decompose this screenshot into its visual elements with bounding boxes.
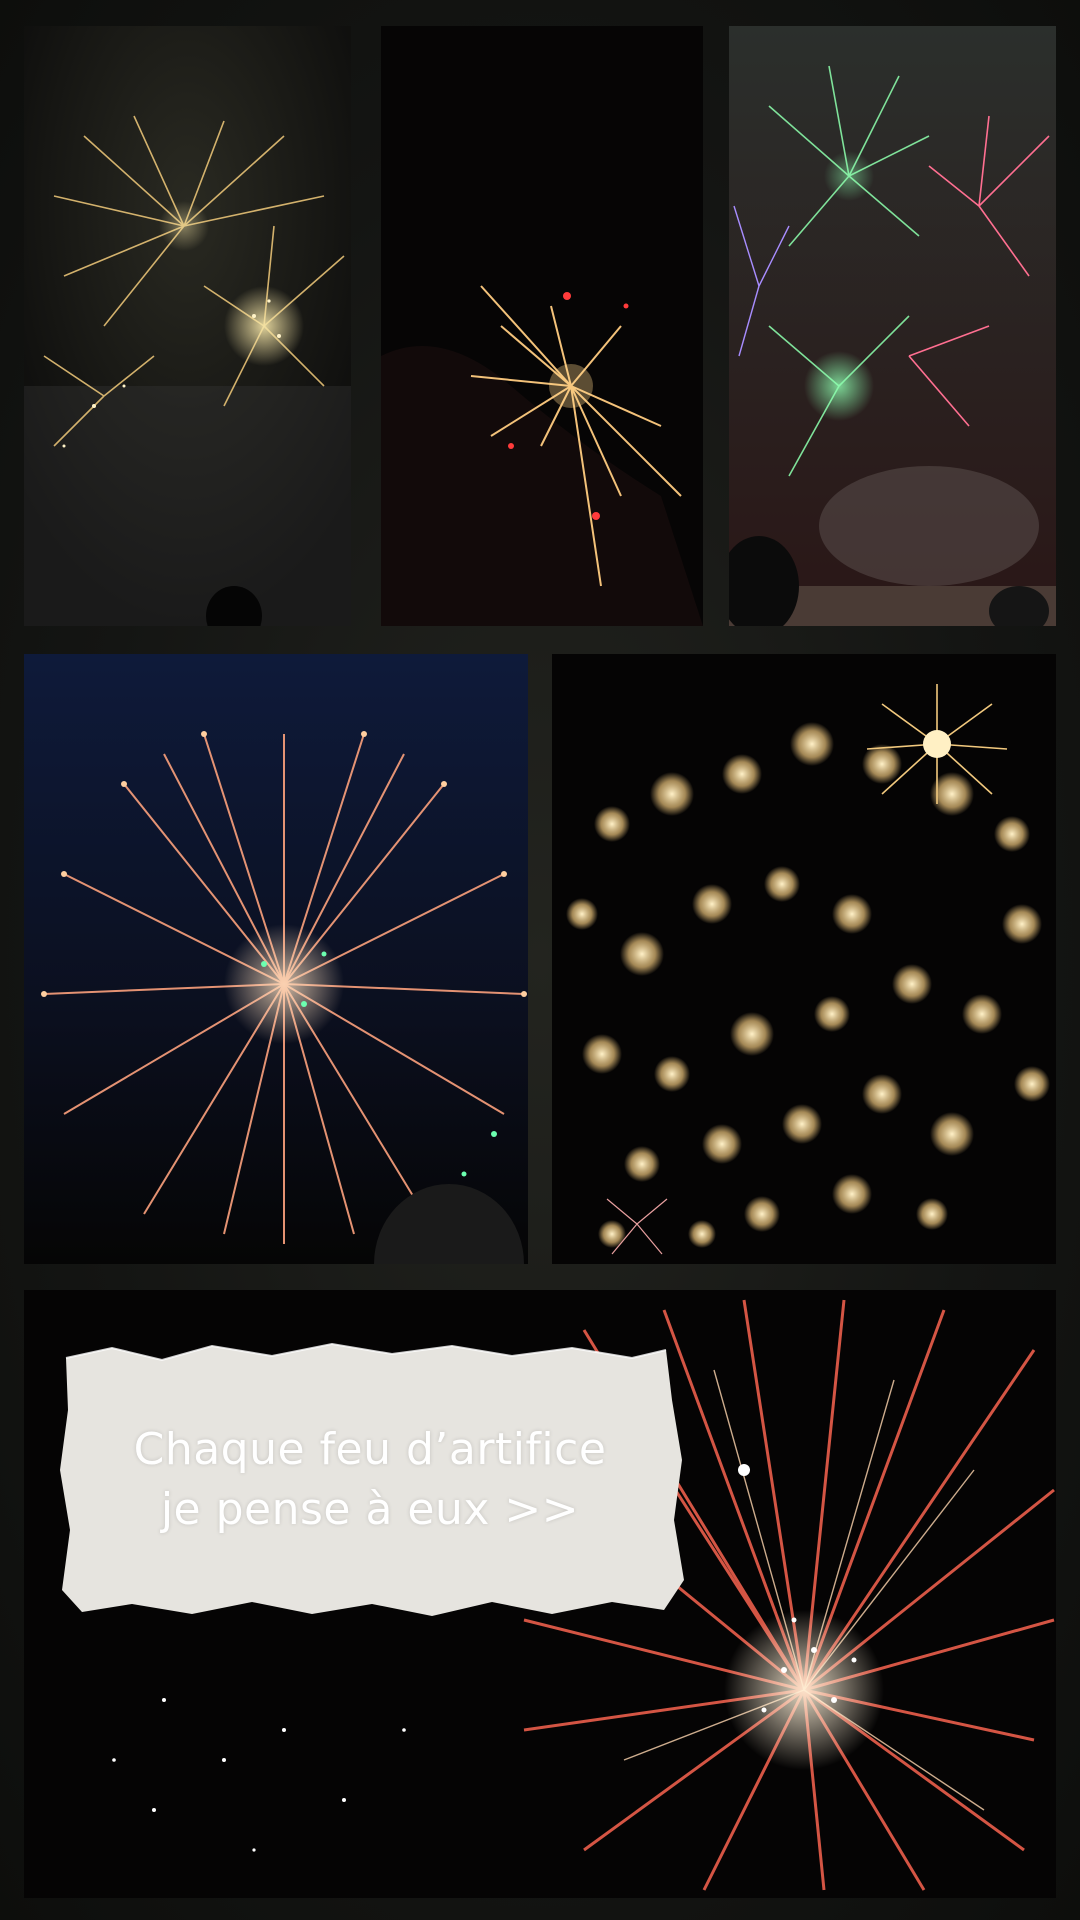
firework-photo-red-white-burst: Chaque feu d’artifice je pense à eux >> [24, 1290, 1056, 1898]
caption-text: Chaque feu d’artifice je pense à eux >> [52, 1340, 688, 1620]
firework-photo-gold-smoke [24, 26, 351, 626]
firework-photo-green-pink [729, 26, 1056, 626]
firework-photo-red-gold [381, 26, 703, 626]
caption-line-1: Chaque feu d’artifice [133, 1424, 607, 1475]
photo-collage: Chaque feu d’artifice je pense à eux >> [0, 0, 1080, 1920]
firework-photo-peony-blue-sky [24, 654, 528, 1264]
caption-line-2: je pense à eux >> [160, 1484, 580, 1535]
firework-photo-gold-crackle [552, 654, 1056, 1264]
